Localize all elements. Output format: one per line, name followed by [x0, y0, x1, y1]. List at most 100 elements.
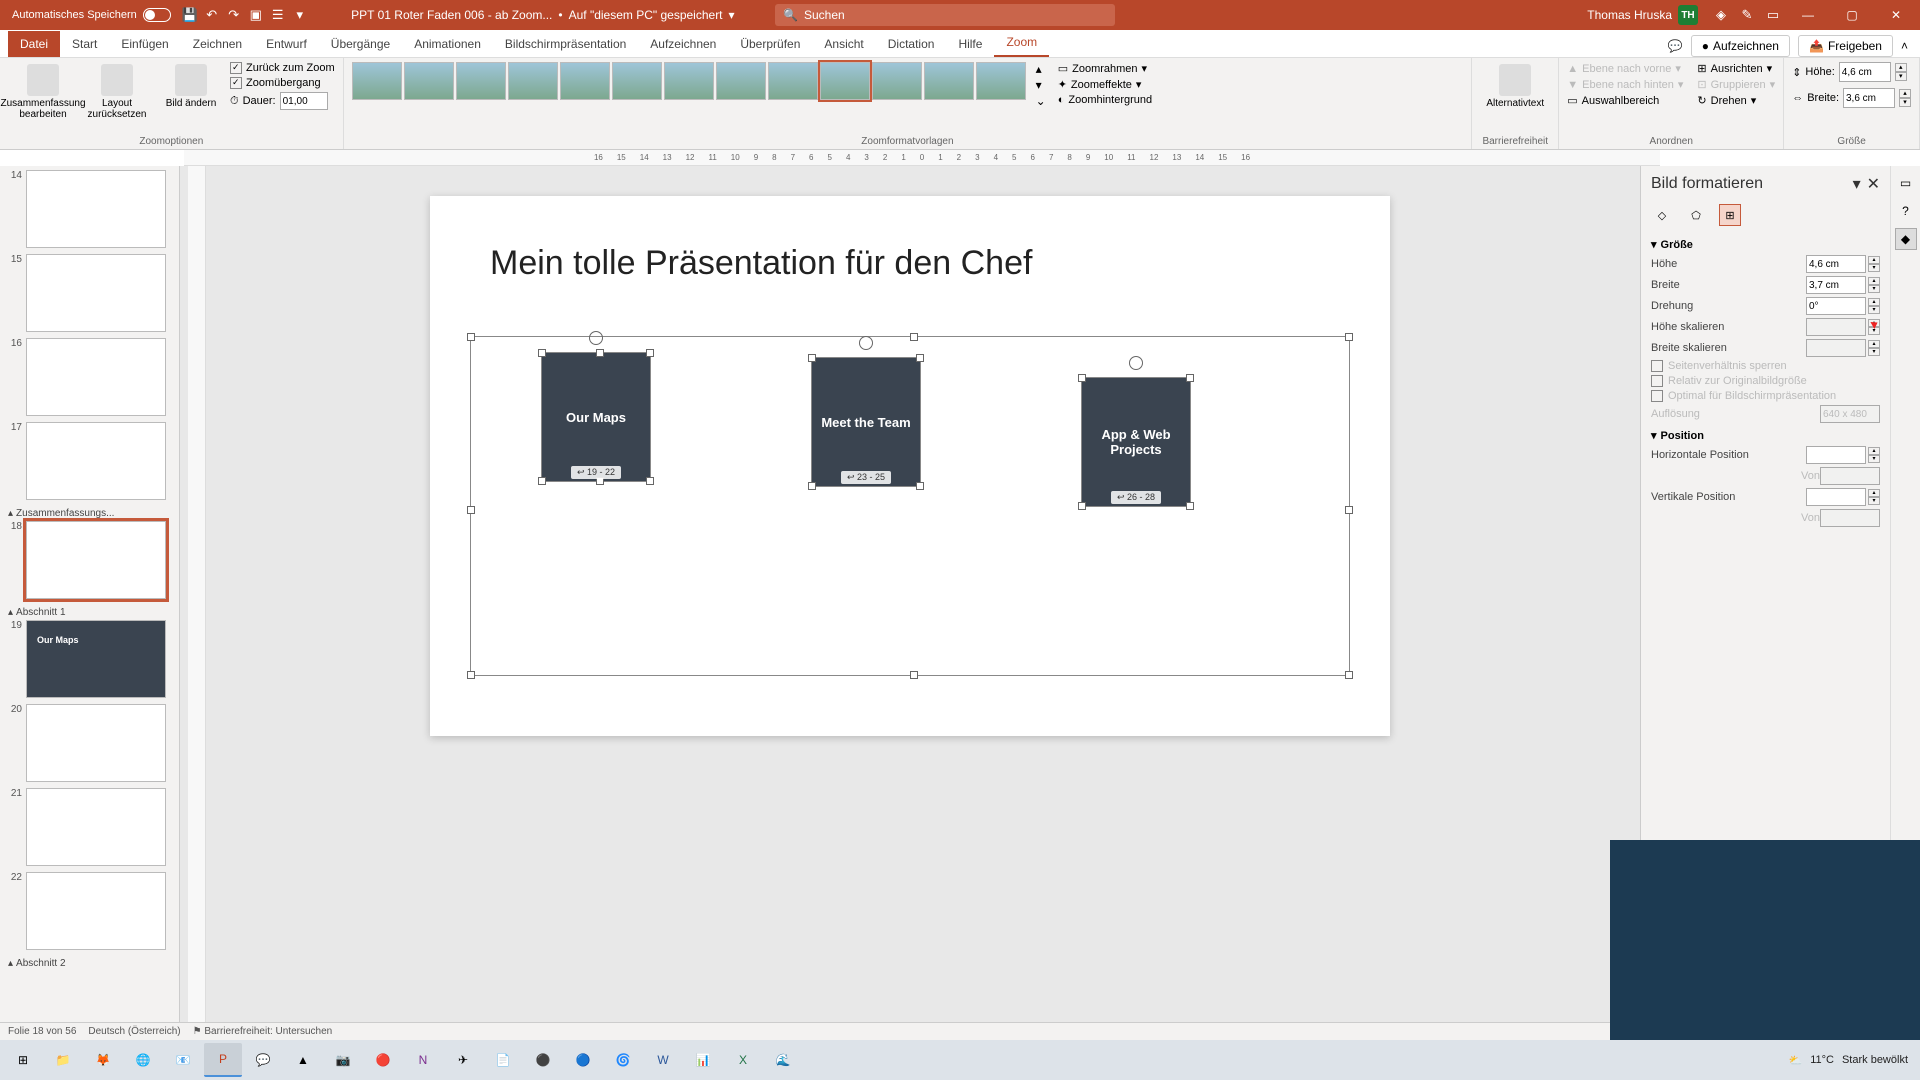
style-thumb[interactable]	[716, 62, 766, 100]
ribbon-width-input[interactable]	[1843, 88, 1895, 108]
tab-start[interactable]: Start	[60, 31, 109, 57]
record-button[interactable]: ● Aufzeichnen	[1691, 35, 1790, 57]
send-backward-button[interactable]: ▼ Ebene nach hinten ▾	[1567, 78, 1683, 91]
fp-scale-w-input[interactable]	[1806, 339, 1866, 357]
zoom-background-button[interactable]: ◐ Zoomhintergrund	[1058, 94, 1152, 106]
size-section-toggle[interactable]: ▾ Größe	[1651, 238, 1880, 251]
slide-thumb-18[interactable]	[26, 521, 166, 599]
slide-editor[interactable]: Mein tolle Präsentation für den Chef Our…	[180, 166, 1640, 1022]
slide-thumb-17[interactable]	[26, 422, 166, 500]
start-button[interactable]: ⊞	[4, 1043, 42, 1077]
undo-icon[interactable]: ↶	[201, 4, 223, 26]
slide-thumb-14[interactable]	[26, 170, 166, 248]
search-box[interactable]: 🔍 Suchen	[775, 4, 1115, 26]
gallery-down-icon[interactable]: ▾	[1036, 78, 1046, 92]
user-account[interactable]: Thomas Hruska TH	[1579, 5, 1706, 25]
gallery-more-icon[interactable]: ⌄	[1036, 94, 1046, 108]
align-button[interactable]: ⊞ Ausrichten ▾	[1697, 62, 1775, 75]
change-image-button[interactable]: Bild ändern	[156, 62, 226, 111]
duration-field[interactable]: ⏱Dauer:	[230, 92, 335, 110]
slide-title[interactable]: Mein tolle Präsentation für den Chef	[490, 244, 1032, 283]
tab-help[interactable]: Hilfe	[946, 31, 994, 57]
rail-item-format[interactable]: ◆	[1895, 228, 1917, 250]
app-icon[interactable]: 📊	[684, 1043, 722, 1077]
ribbon-width[interactable]: ⇔Breite:▴▾	[1792, 88, 1911, 108]
slide-thumb-20[interactable]	[26, 704, 166, 782]
close-button[interactable]: ✕	[1876, 0, 1916, 30]
redo-icon[interactable]: ↷	[223, 4, 245, 26]
edit-summary-button[interactable]: Zusammenfassung bearbeiten	[8, 62, 78, 122]
toggle-off-icon[interactable]	[143, 8, 171, 22]
selection-pane-button[interactable]: ▭ Auswahlbereich	[1567, 94, 1683, 107]
qat-more-icon[interactable]: ▾	[289, 4, 311, 26]
style-thumb[interactable]	[872, 62, 922, 100]
rotate-button[interactable]: ↻ Drehen ▾	[1697, 94, 1775, 107]
tab-transitions[interactable]: Übergänge	[319, 31, 402, 57]
tab-review[interactable]: Überprüfen	[728, 31, 812, 57]
style-thumb[interactable]	[456, 62, 506, 100]
position-section-toggle[interactable]: ▾ Position	[1651, 429, 1880, 442]
pane-close-icon[interactable]: ✕	[1867, 174, 1880, 194]
fp-vpos-input[interactable]	[1806, 488, 1866, 506]
style-thumb[interactable]	[924, 62, 974, 100]
save-icon[interactable]: 💾	[179, 4, 201, 26]
zoom-style-gallery[interactable]	[352, 62, 1026, 100]
zoom-frame-button[interactable]: ▭ Zoomrahmen ▾	[1058, 62, 1152, 75]
zoom-container[interactable]: Our Maps ↩ 19 - 22 Meet the Team ↩ 23 - …	[470, 336, 1350, 676]
tab-design[interactable]: Entwurf	[254, 31, 319, 57]
zoom-transition-checkbox[interactable]: Zoomübergang	[230, 77, 335, 89]
tab-draw[interactable]: Zeichnen	[181, 31, 254, 57]
obs-icon[interactable]: ⚫	[524, 1043, 562, 1077]
brush-icon[interactable]: ✎	[1736, 4, 1758, 26]
tab-animations[interactable]: Animationen	[402, 31, 493, 57]
autosave-toggle[interactable]: Automatisches Speichern	[4, 8, 179, 22]
section-1[interactable]: ▴ Abschnitt 1	[4, 605, 175, 620]
title-dropdown-icon[interactable]: ▾	[729, 8, 735, 22]
share-button[interactable]: 📤 Freigeben	[1798, 35, 1893, 57]
app-icon[interactable]: 📷	[324, 1043, 362, 1077]
excel-icon[interactable]: X	[724, 1043, 762, 1077]
comments-icon[interactable]: 💬	[1668, 39, 1683, 53]
rail-item-2[interactable]: ?	[1895, 200, 1917, 222]
fp-height-input[interactable]	[1806, 255, 1866, 273]
accessibility-status[interactable]: ⚑ Barrierefreiheit: Untersuchen	[193, 1026, 333, 1037]
fp-hpos-input[interactable]	[1806, 446, 1866, 464]
style-thumb[interactable]	[664, 62, 714, 100]
tab-insert[interactable]: Einfügen	[109, 31, 180, 57]
rotate-handle-icon[interactable]	[859, 336, 873, 350]
maximize-button[interactable]: ▢	[1832, 0, 1872, 30]
style-thumb[interactable]	[508, 62, 558, 100]
duration-input[interactable]	[280, 92, 328, 110]
fp-scale-h-input[interactable]	[1806, 318, 1866, 336]
fp-hfrom-input[interactable]	[1820, 467, 1880, 485]
outlook-icon[interactable]: 📧	[164, 1043, 202, 1077]
pane-options-icon[interactable]: ▾	[1853, 174, 1861, 194]
reset-layout-button[interactable]: Layout zurücksetzen	[82, 62, 152, 122]
window-icon[interactable]: ▭	[1762, 4, 1784, 26]
chrome-icon[interactable]: 🌐	[124, 1043, 162, 1077]
minimize-button[interactable]: —	[1788, 0, 1828, 30]
word-icon[interactable]: W	[644, 1043, 682, 1077]
style-thumb[interactable]	[612, 62, 662, 100]
zoom-card-2[interactable]: Meet the Team ↩ 23 - 25	[811, 357, 921, 487]
firefox-icon[interactable]: 🦊	[84, 1043, 122, 1077]
style-thumb[interactable]	[560, 62, 610, 100]
language-status[interactable]: Deutsch (Österreich)	[88, 1026, 180, 1037]
group-button[interactable]: ⊡ Gruppieren ▾	[1697, 78, 1775, 91]
ribbon-height[interactable]: ⇕Höhe:▴▾	[1792, 62, 1911, 82]
tab-zoom[interactable]: Zoom	[994, 29, 1049, 57]
collapse-ribbon-icon[interactable]: ˄	[1901, 39, 1908, 53]
back-to-zoom-checkbox[interactable]: Zurück zum Zoom	[230, 62, 335, 74]
style-thumb-selected[interactable]	[820, 62, 870, 100]
slide-thumb-21[interactable]	[26, 788, 166, 866]
slide-counter[interactable]: Folie 18 von 56	[8, 1026, 76, 1037]
tab-file[interactable]: Datei	[8, 31, 60, 57]
explorer-icon[interactable]: 📁	[44, 1043, 82, 1077]
tab-record[interactable]: Aufzeichnen	[638, 31, 728, 57]
zoom-card-1[interactable]: Our Maps ↩ 19 - 22	[541, 352, 651, 482]
effects-tab-icon[interactable]: ⬠	[1685, 204, 1707, 226]
style-thumb[interactable]	[352, 62, 402, 100]
alt-text-button[interactable]: Alternativtext	[1480, 62, 1550, 111]
tab-dictation[interactable]: Dictation	[876, 31, 947, 57]
bring-forward-button[interactable]: ▲ Ebene nach vorne ▾	[1567, 62, 1683, 75]
